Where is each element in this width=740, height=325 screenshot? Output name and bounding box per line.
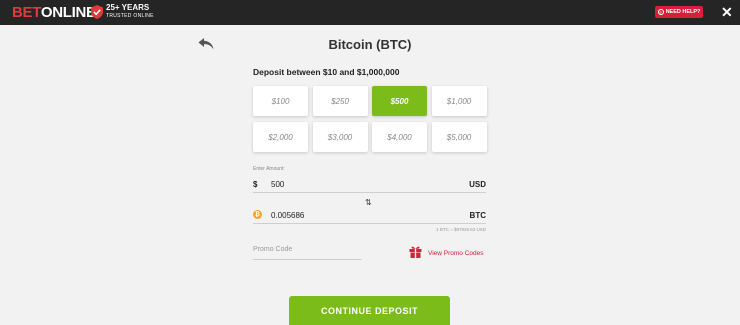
years-badge-subtitle: TRUSTED ONLINE bbox=[106, 13, 154, 19]
top-bar: BETONLINE 25+ YEARS TRUSTED ONLINE ? NEE… bbox=[0, 0, 740, 25]
amount-option[interactable]: $1,000 bbox=[431, 86, 487, 116]
need-help-button[interactable]: ? NEED HELP? bbox=[655, 6, 703, 18]
need-help-label: NEED HELP? bbox=[665, 9, 701, 15]
dollar-symbol: $ bbox=[253, 180, 258, 189]
btc-amount-value[interactable]: 0.005686 bbox=[271, 211, 304, 220]
amount-options: $100 $250 $500 $1,000 $2,000 $3,000 $4,0… bbox=[253, 86, 487, 152]
amount-option[interactable]: $100 bbox=[253, 86, 308, 116]
usd-amount-field[interactable]: $ 500 USD bbox=[253, 176, 486, 193]
amount-option-selected[interactable]: $500 bbox=[372, 86, 427, 116]
continue-deposit-button[interactable]: CONTINUE DEPOSIT bbox=[289, 296, 450, 325]
swap-currency-icon[interactable]: ⇅ bbox=[365, 198, 372, 207]
usd-currency-code: USD bbox=[469, 180, 486, 189]
logo-bet-text: BET bbox=[12, 4, 41, 21]
amount-option[interactable]: $2,000 bbox=[253, 122, 308, 152]
amount-option[interactable]: $3,000 bbox=[312, 122, 368, 152]
promo-code-input[interactable]: Promo Code bbox=[253, 246, 362, 260]
years-badge: 25+ YEARS TRUSTED ONLINE bbox=[106, 4, 154, 20]
amount-option[interactable]: $4,000 bbox=[372, 122, 427, 152]
years-badge-title: 25+ YEARS bbox=[106, 3, 150, 12]
gift-icon bbox=[409, 246, 422, 258]
enter-amount-label: Enter Amount: bbox=[253, 166, 285, 172]
close-icon[interactable]: ✕ bbox=[721, 5, 733, 19]
bitcoin-icon: ₿ bbox=[253, 210, 262, 219]
deposit-range-text: Deposit between $10 and $1,000,000 bbox=[253, 67, 400, 77]
help-icon: ? bbox=[657, 9, 664, 15]
btc-currency-code: BTC bbox=[469, 211, 486, 220]
exchange-rate-text: 1 BTC = $87929.63 USD bbox=[436, 227, 486, 232]
betonline-logo[interactable]: BETONLINE bbox=[12, 4, 96, 21]
btc-amount-field[interactable]: ₿ 0.005686 BTC bbox=[253, 207, 486, 224]
amount-option[interactable]: $5,000 bbox=[431, 122, 487, 152]
page-title: Bitcoin (BTC) bbox=[328, 37, 412, 52]
shield-check-icon bbox=[91, 5, 103, 19]
logo-online-text: ONLINE bbox=[40, 4, 96, 21]
amount-option[interactable]: $250 bbox=[312, 86, 368, 116]
view-promo-codes-link[interactable]: View Promo Codes bbox=[428, 250, 484, 257]
usd-amount-value[interactable]: 500 bbox=[271, 180, 284, 189]
